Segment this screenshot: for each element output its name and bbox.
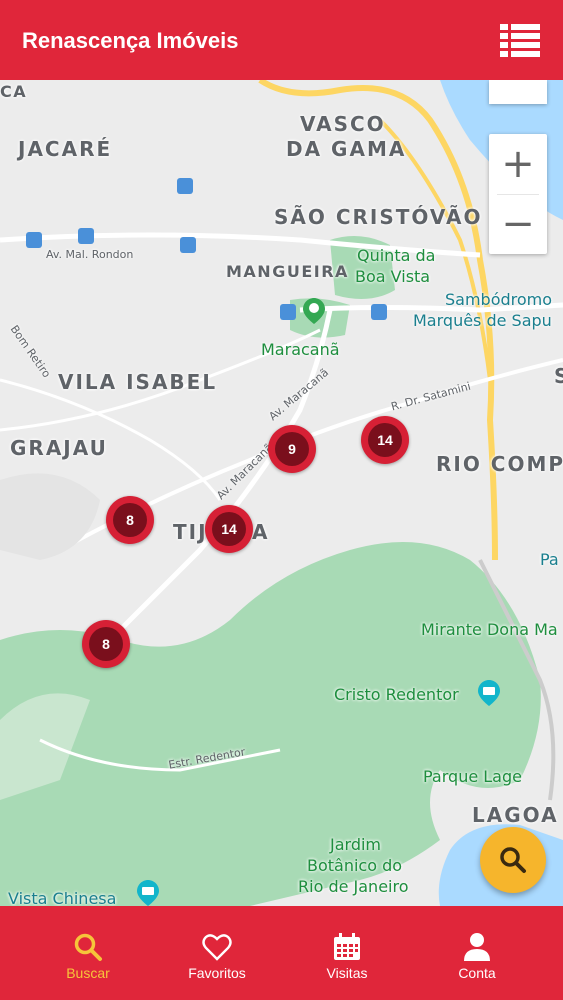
poi-label-quinta: Quinta da (357, 246, 436, 265)
property-cluster-marker[interactable]: 14 (205, 505, 253, 553)
camera-pin-icon[interactable] (137, 880, 159, 906)
list-icon (500, 24, 540, 57)
train-station-icon[interactable] (26, 232, 42, 248)
train-station-icon[interactable] (371, 304, 387, 320)
cluster-count: 8 (102, 636, 110, 652)
tab-conta[interactable]: Conta (417, 906, 537, 1000)
train-station-icon[interactable] (280, 304, 296, 320)
tab-favoritos[interactable]: Favoritos (157, 906, 277, 1000)
poi-label-maracana: Maracanã (261, 340, 340, 359)
district-label-tijuca-left: TIJ (173, 520, 208, 544)
district-label-vila-isabel: VILA ISABEL (58, 370, 218, 394)
poi-label-rio-de-janeiro: Rio de Janeiro (298, 877, 409, 896)
property-cluster-marker[interactable]: 14 (361, 416, 409, 464)
list-view-button[interactable] (496, 20, 544, 60)
cluster-inner: 14 (368, 423, 402, 457)
street-label-mal-rondon: Av. Mal. Rondon (46, 248, 134, 261)
poi-label-botanico: Botânico do (307, 856, 403, 875)
cluster-count: 14 (377, 432, 393, 448)
poi-label-fragment: Pa (540, 550, 559, 569)
district-label-mangueira: MANGUEIRA (226, 262, 349, 281)
cluster-inner: 9 (275, 432, 309, 466)
zoom-control: + − (489, 134, 547, 254)
user-icon (464, 933, 490, 961)
train-station-icon[interactable] (78, 228, 94, 244)
poi-label-cristo-redentor: Cristo Redentor (334, 685, 459, 704)
district-label-da-gama: DA GAMA (286, 137, 407, 161)
search-fab-button[interactable] (480, 827, 546, 893)
train-station-icon[interactable] (177, 178, 193, 194)
calendar-icon (334, 933, 360, 960)
tab-buscar[interactable]: Buscar (28, 906, 148, 1000)
poi-label-mirante: Mirante Dona Ma (421, 620, 558, 639)
poi-label-marques-de-sapucai: Marquês de Sapu (413, 311, 552, 330)
heart-icon (202, 934, 232, 961)
cluster-inner: 8 (89, 627, 123, 661)
app-title: Renascença Imóveis (22, 28, 239, 53)
district-label-fragment-right: S (554, 364, 563, 388)
poi-label-boa-vista: Boa Vista (355, 267, 431, 286)
tab-label: Visitas (326, 965, 368, 981)
bottom-tab-bar: Buscar Favoritos Visitas Conta (0, 906, 563, 1000)
tab-label: Conta (458, 965, 496, 981)
district-label-sao-cristovao: SÃO CRISTÓVÃO (274, 205, 483, 229)
tab-visitas[interactable]: Visitas (287, 906, 407, 1000)
district-label-lagoa: LAGOA (472, 803, 559, 827)
train-station-icon[interactable] (180, 237, 196, 253)
fullscreen-button[interactable] (489, 80, 547, 104)
district-label-tijuca-right: A (252, 520, 270, 544)
tab-label: Buscar (66, 965, 110, 981)
search-icon (74, 933, 102, 961)
zoom-in-button[interactable]: + (489, 134, 547, 194)
search-icon (500, 847, 526, 873)
property-cluster-marker[interactable]: 8 (82, 620, 130, 668)
map-view[interactable]: CA VASCO DA GAMA JACARÉ SÃO CRISTÓVÃO MA… (0, 80, 563, 906)
district-label-fragment: CA (0, 82, 28, 101)
district-label-rio-comprido: RIO COMP (436, 452, 563, 476)
property-cluster-marker[interactable]: 9 (268, 425, 316, 473)
cluster-inner: 14 (212, 512, 246, 546)
park-pin-icon[interactable] (303, 298, 325, 324)
poi-label-sambodromo: Sambódromo (445, 290, 553, 309)
cluster-inner: 8 (113, 503, 147, 537)
district-label-jacare: JACARÉ (18, 137, 113, 161)
poi-label-jardim: Jardim (330, 835, 382, 854)
tab-label: Favoritos (188, 965, 246, 981)
zoom-out-button[interactable]: − (489, 194, 547, 254)
cluster-count: 8 (126, 512, 134, 528)
property-cluster-marker[interactable]: 8 (106, 496, 154, 544)
app-header: Renascença Imóveis (0, 0, 563, 80)
cluster-count: 9 (288, 441, 296, 457)
district-label-grajau: GRAJAU (10, 436, 108, 460)
cluster-count: 14 (221, 521, 237, 537)
district-label-vasco: VASCO (300, 112, 386, 136)
poi-label-vista-chinesa: Vista Chinesa (8, 889, 117, 906)
poi-label-parque-lage: Parque Lage (423, 767, 522, 786)
camera-pin-icon[interactable] (478, 680, 500, 706)
